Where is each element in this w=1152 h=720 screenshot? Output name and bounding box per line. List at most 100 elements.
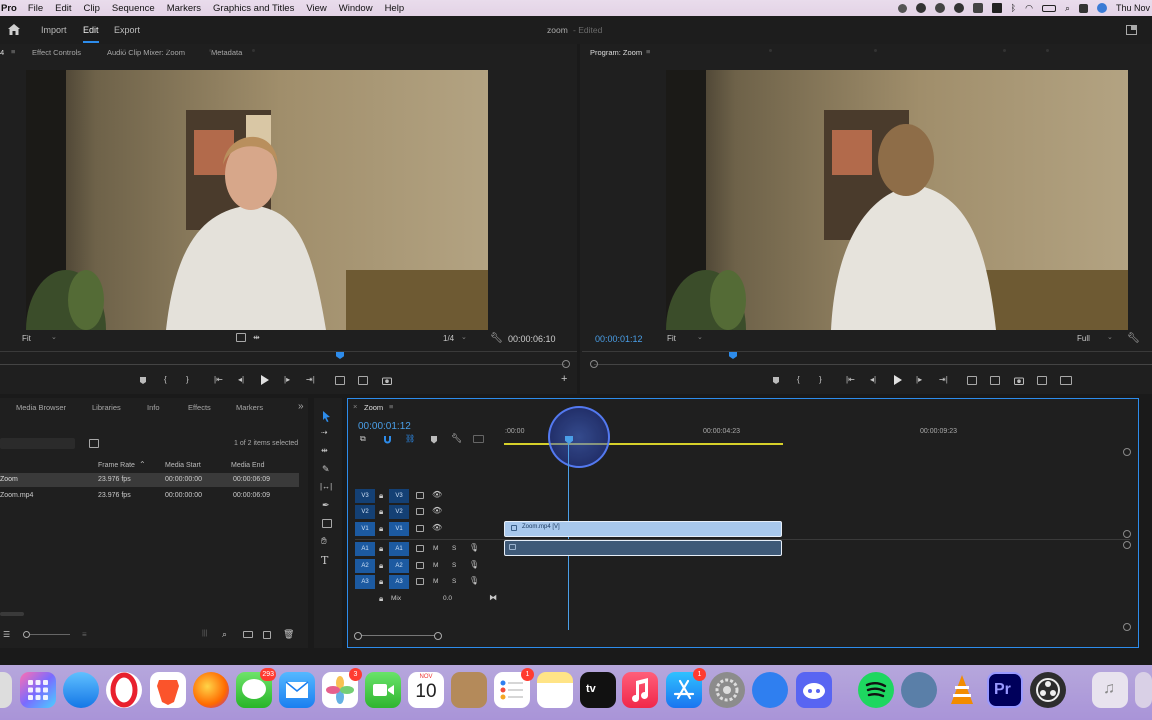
battery-icon[interactable] bbox=[1041, 4, 1056, 12]
bluetooth-icon[interactable]: ᛒ bbox=[1011, 3, 1016, 13]
new-bin-from-search-icon[interactable] bbox=[89, 439, 99, 448]
trash-dock-icon[interactable] bbox=[1135, 672, 1152, 708]
program-timecode[interactable]: 00:00:01:12 bbox=[595, 334, 643, 344]
close-icon[interactable]: × bbox=[353, 402, 357, 411]
eye-icon[interactable]: 👁︎ bbox=[432, 506, 442, 515]
play-icon[interactable] bbox=[893, 375, 902, 385]
table-row[interactable]: Zoom 23.976 fps 00:00:00:00 00:00:06:09 bbox=[0, 473, 299, 487]
toggle-sync-lock-icon[interactable] bbox=[416, 562, 424, 569]
sort-icons-icon[interactable]: ≡ bbox=[82, 630, 87, 639]
chevron-down-icon[interactable]: ⌄ bbox=[51, 333, 57, 341]
source-patch-v2[interactable]: V2 bbox=[355, 505, 375, 519]
add-button-icon[interactable]: + bbox=[561, 373, 567, 385]
video-zoom-handle[interactable] bbox=[1123, 530, 1131, 538]
track-target-v3[interactable]: V3 bbox=[389, 489, 409, 503]
track-target-a3[interactable]: A3 bbox=[389, 575, 409, 589]
mark-in-icon[interactable]: { bbox=[164, 375, 167, 384]
toggle-sync-lock-icon[interactable] bbox=[416, 578, 424, 585]
step-forward-icon[interactable]: |▸ bbox=[284, 375, 290, 384]
program-scrollbar[interactable] bbox=[594, 364, 1152, 365]
solo-button[interactable]: S bbox=[452, 545, 456, 552]
contacts-icon[interactable] bbox=[451, 672, 487, 708]
facetime-icon[interactable] bbox=[365, 672, 401, 708]
automate-to-sequence-icon[interactable]: ||| bbox=[202, 630, 207, 637]
track-target-a2[interactable]: A2 bbox=[389, 559, 409, 573]
source-video-frame[interactable] bbox=[26, 70, 488, 330]
tab-audio-clip-mixer[interactable]: Audio Clip Mixer: Zoom bbox=[107, 48, 185, 57]
eye-icon[interactable]: 👁︎ bbox=[432, 490, 442, 499]
tab-effect-controls[interactable]: Effect Controls bbox=[32, 48, 81, 57]
step-back-icon[interactable]: ◂| bbox=[870, 375, 876, 384]
go-to-end-icon[interactable]: ⧓ bbox=[489, 593, 497, 602]
lock-icon[interactable]: 🔒︎ bbox=[379, 594, 383, 604]
calendar-icon[interactable]: NOV 10 bbox=[408, 672, 444, 708]
microphone-icon[interactable]: 🎙︎ bbox=[469, 543, 479, 552]
add-marker-icon[interactable] bbox=[772, 376, 780, 385]
find-icon[interactable]: ⌕ bbox=[222, 629, 227, 640]
vr-video-icon[interactable] bbox=[1060, 376, 1072, 385]
insert-overlay-icon[interactable] bbox=[236, 333, 246, 342]
spotify-icon[interactable] bbox=[858, 672, 894, 708]
app-menu[interactable]: Pro bbox=[1, 3, 17, 14]
sequence-tab[interactable]: Zoom bbox=[364, 403, 383, 412]
obs-icon[interactable] bbox=[1030, 672, 1066, 708]
tab-export[interactable]: Export bbox=[114, 25, 140, 35]
panel-menu-icon[interactable]: ≡ bbox=[389, 402, 393, 411]
export-frame-icon[interactable] bbox=[382, 376, 392, 385]
eye-icon[interactable]: 👁︎ bbox=[432, 523, 442, 532]
project-horizontal-scrollbar[interactable] bbox=[0, 612, 24, 616]
tab-metadata[interactable]: Metadata bbox=[211, 48, 242, 57]
lock-icon[interactable]: 🔒︎ bbox=[379, 561, 383, 571]
chevron-down-icon[interactable]: ⌄ bbox=[697, 333, 703, 341]
brave-icon[interactable] bbox=[150, 672, 186, 708]
zoom-slider-handle[interactable] bbox=[23, 631, 30, 638]
menu-help[interactable]: Help bbox=[385, 3, 405, 14]
search-icon[interactable]: ⌕ bbox=[1065, 3, 1070, 14]
tab-effects[interactable]: Effects bbox=[188, 403, 211, 412]
column-frame-rate[interactable]: Frame Rate bbox=[98, 462, 135, 469]
new-bin-icon[interactable] bbox=[243, 631, 253, 638]
extract-icon[interactable] bbox=[990, 376, 1000, 385]
go-to-out-icon[interactable]: ⇥| bbox=[306, 375, 315, 384]
selection-tool-icon[interactable] bbox=[322, 411, 331, 422]
timeline-playhead-line[interactable] bbox=[568, 444, 569, 630]
toggle-sync-lock-icon[interactable] bbox=[416, 525, 424, 532]
overwrite-icon[interactable] bbox=[358, 376, 368, 385]
chevron-down-icon[interactable]: ⌄ bbox=[1107, 333, 1113, 341]
chrome-status-icon[interactable] bbox=[953, 3, 964, 13]
mark-out-icon[interactable]: } bbox=[819, 375, 822, 384]
wrench-icon[interactable]: 🔧︎ bbox=[490, 333, 503, 344]
source-time-ruler[interactable] bbox=[0, 351, 577, 352]
microphone-icon[interactable]: 🎙︎ bbox=[469, 560, 479, 569]
linked-selection-icon[interactable]: ⛓ bbox=[405, 434, 415, 443]
vertical-zoom-handle[interactable] bbox=[1123, 448, 1131, 456]
go-to-in-icon[interactable]: |⇤ bbox=[846, 375, 855, 384]
messages-icon[interactable]: 293 bbox=[236, 668, 276, 708]
menu-sequence[interactable]: Sequence bbox=[112, 3, 155, 14]
status-icon-3[interactable] bbox=[972, 3, 983, 13]
source-tab-prefix[interactable]: 4 bbox=[0, 48, 4, 57]
audio-zoom-handle[interactable] bbox=[1123, 541, 1131, 549]
fullscreen-icon[interactable] bbox=[1126, 25, 1137, 35]
audio-clip[interactable] bbox=[504, 540, 782, 556]
creative-cloud-icon[interactable] bbox=[915, 3, 926, 13]
launchpad-icon[interactable] bbox=[20, 672, 56, 708]
lock-icon[interactable]: 🔒︎ bbox=[379, 507, 383, 517]
step-forward-icon[interactable]: |▸ bbox=[916, 375, 922, 384]
tab-import[interactable]: Import bbox=[41, 25, 67, 35]
home-icon[interactable] bbox=[8, 24, 20, 35]
program-video-frame[interactable] bbox=[666, 70, 1128, 330]
menu-graphics-and-titles[interactable]: Graphics and Titles bbox=[213, 3, 294, 14]
tab-libraries[interactable]: Libraries bbox=[92, 403, 121, 412]
tab-markers[interactable]: Markers bbox=[236, 403, 263, 412]
mute-button[interactable]: M bbox=[433, 562, 438, 569]
source-resolution-select[interactable]: 1/4 bbox=[443, 334, 454, 343]
insert-as-nest-icon[interactable]: ⧉ bbox=[360, 434, 366, 444]
vlc-icon[interactable] bbox=[944, 672, 980, 708]
music-icon[interactable] bbox=[622, 672, 658, 708]
notes-icon[interactable] bbox=[537, 672, 573, 708]
tab-media-browser[interactable]: Media Browser bbox=[16, 403, 66, 412]
step-back-icon[interactable]: ◂| bbox=[238, 375, 244, 384]
wrench-icon[interactable]: 🔧︎ bbox=[1127, 333, 1140, 344]
rectangle-tool-icon[interactable] bbox=[322, 519, 332, 528]
